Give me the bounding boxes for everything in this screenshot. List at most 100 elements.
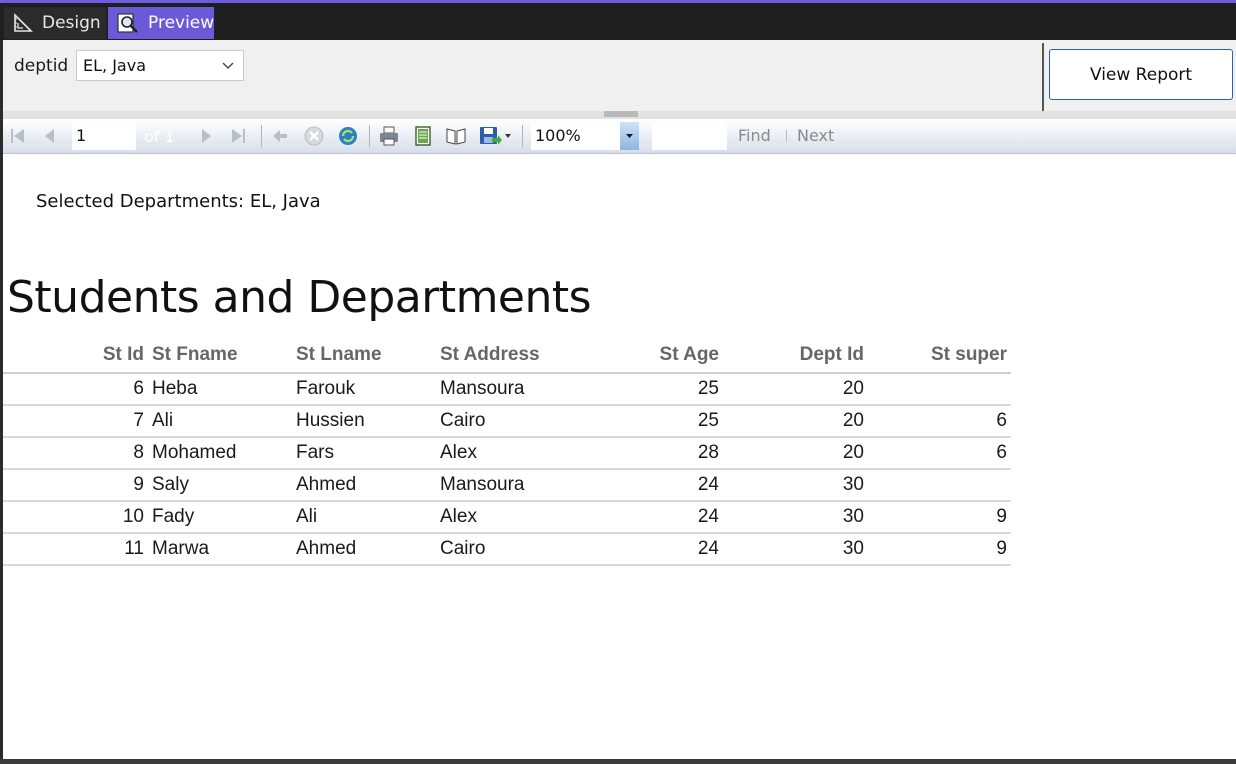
print-layout-icon[interactable] xyxy=(412,125,434,147)
last-page-icon[interactable] xyxy=(227,125,249,147)
cell-st-id: 11 xyxy=(3,533,148,566)
design-ruler-icon xyxy=(12,11,34,35)
cell-st-address: Cairo xyxy=(436,405,580,438)
cell-st-super xyxy=(868,469,1011,502)
refresh-icon[interactable] xyxy=(337,125,359,147)
column-header: Dept Id xyxy=(723,338,868,374)
cell-st-address: Mansoura xyxy=(436,373,580,406)
toolbar-separator xyxy=(261,125,262,147)
print-icon[interactable] xyxy=(378,125,400,147)
stop-icon[interactable] xyxy=(303,125,325,147)
selected-departments-text: Selected Departments: EL, Java xyxy=(36,191,321,212)
find-link[interactable]: Find xyxy=(738,126,771,145)
cell-st-fname: Saly xyxy=(148,469,292,502)
column-header: St Address xyxy=(436,338,580,374)
cell-st-address: Alex xyxy=(436,437,580,470)
cell-st-id: 8 xyxy=(3,437,148,470)
tab-preview-label: Preview xyxy=(148,13,215,33)
cell-st-age: 25 xyxy=(580,405,723,438)
cell-st-lname: Ahmed xyxy=(292,469,436,502)
students-table: St Id St Fname St Lname St Address St Ag… xyxy=(3,338,1011,566)
cell-dept-id: 20 xyxy=(723,437,868,470)
cell-st-id: 7 xyxy=(3,405,148,438)
tab-preview[interactable]: Preview xyxy=(108,7,214,39)
previous-page-icon[interactable] xyxy=(39,125,61,147)
view-report-button[interactable]: View Report xyxy=(1049,49,1233,100)
report-viewer: deptid EL, Java View Report 1 of 1 100% … xyxy=(3,40,1236,759)
toolbar-separator xyxy=(522,125,523,147)
report-body: Selected Departments: EL, Java Students … xyxy=(3,154,1236,759)
of-label: of xyxy=(144,127,160,146)
cell-st-fname: Mohamed xyxy=(148,437,292,470)
cell-dept-id: 20 xyxy=(723,373,868,406)
table-row: 10 Fady Ali Alex 24 30 9 xyxy=(3,501,1011,534)
cell-st-age: 24 xyxy=(580,501,723,534)
find-separator xyxy=(786,130,787,142)
chevron-down-icon xyxy=(221,57,235,73)
parameter-splitter[interactable] xyxy=(3,111,1236,125)
cell-st-lname: Farouk xyxy=(292,373,436,406)
find-text-input[interactable] xyxy=(652,122,727,150)
cell-st-super xyxy=(868,373,1011,406)
cell-st-fname: Marwa xyxy=(148,533,292,566)
zoom-dropdown-button[interactable] xyxy=(620,122,639,150)
caret-down-icon xyxy=(626,134,633,138)
cell-st-lname: Fars xyxy=(292,437,436,470)
tab-design-label: Design xyxy=(42,13,101,33)
window-frame: Design Preview deptid EL, Java View Repo… xyxy=(0,0,1236,764)
cell-st-fname: Fady xyxy=(148,501,292,534)
bottom-border xyxy=(0,759,1236,764)
first-page-icon[interactable] xyxy=(7,125,29,147)
deptid-selected-value: EL, Java xyxy=(83,56,146,75)
table-row: 9 Saly Ahmed Mansoura 24 30 xyxy=(3,469,1011,502)
cell-st-age: 25 xyxy=(580,373,723,406)
column-header: St Fname xyxy=(148,338,292,374)
tab-bar: Design Preview xyxy=(0,3,1236,39)
cell-st-fname: Heba xyxy=(148,373,292,406)
table-row: 6 Heba Farouk Mansoura 25 20 xyxy=(3,373,1011,406)
cell-dept-id: 30 xyxy=(723,501,868,534)
report-toolbar: 1 of 1 100% Find Next xyxy=(3,119,1236,154)
cell-st-age: 24 xyxy=(580,533,723,566)
cell-st-id: 9 xyxy=(3,469,148,502)
cell-dept-id: 20 xyxy=(723,405,868,438)
report-title: Students and Departments xyxy=(7,272,592,323)
total-pages: 1 xyxy=(164,127,175,146)
cell-st-super: 9 xyxy=(868,533,1011,566)
cell-dept-id: 30 xyxy=(723,533,868,566)
cell-st-super: 9 xyxy=(868,501,1011,534)
cell-st-lname: Ali xyxy=(292,501,436,534)
preview-magnifier-icon xyxy=(116,11,140,35)
cell-st-address: Mansoura xyxy=(436,469,580,502)
cell-st-id: 6 xyxy=(3,373,148,406)
cell-st-address: Alex xyxy=(436,501,580,534)
cell-st-id: 10 xyxy=(3,501,148,534)
collapse-grip-icon[interactable] xyxy=(604,111,638,125)
cell-st-lname: Ahmed xyxy=(292,533,436,566)
back-icon[interactable] xyxy=(269,125,291,147)
page-of-text: of 1 xyxy=(144,127,175,146)
cell-st-lname: Hussien xyxy=(292,405,436,438)
param-divider xyxy=(1042,43,1044,111)
param-label-deptid: deptid xyxy=(14,56,69,76)
column-header: St super xyxy=(868,338,1011,374)
export-icon[interactable] xyxy=(477,125,513,147)
cell-st-super: 6 xyxy=(868,405,1011,438)
cell-st-fname: Ali xyxy=(148,405,292,438)
cell-st-age: 28 xyxy=(580,437,723,470)
column-header: St Id xyxy=(3,338,148,374)
table-row: 11 Marwa Ahmed Cairo 24 30 9 xyxy=(3,533,1011,566)
cell-dept-id: 30 xyxy=(723,469,868,502)
cell-st-age: 24 xyxy=(580,469,723,502)
table-row: 8 Mohamed Fars Alex 28 20 6 xyxy=(3,437,1011,470)
page-setup-icon[interactable] xyxy=(445,125,467,147)
table-header-row: St Id St Fname St Lname St Address St Ag… xyxy=(3,338,1011,374)
deptid-dropdown[interactable]: EL, Java xyxy=(76,50,244,81)
tab-design[interactable]: Design xyxy=(4,7,106,39)
next-page-icon[interactable] xyxy=(195,125,217,147)
column-header: St Lname xyxy=(292,338,436,374)
find-next-link[interactable]: Next xyxy=(797,126,834,145)
cell-st-super: 6 xyxy=(868,437,1011,470)
page-number-input[interactable]: 1 xyxy=(72,122,136,150)
toolbar-separator xyxy=(369,125,370,147)
